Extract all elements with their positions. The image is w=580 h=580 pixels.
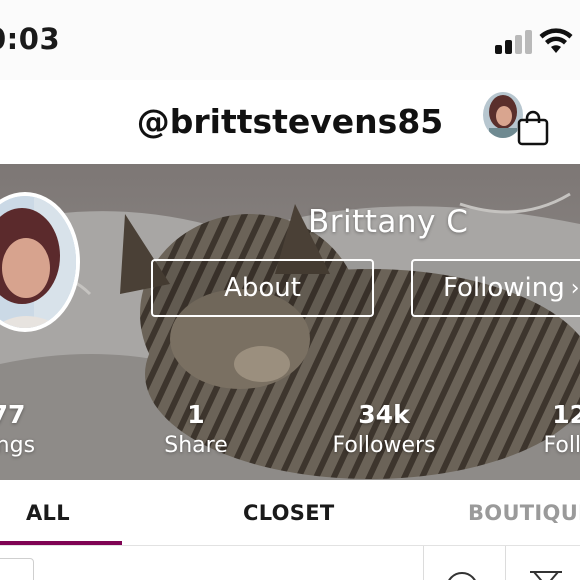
wifi-icon [539,28,573,53]
sort-icon[interactable] [445,568,479,580]
active-tab-indicator [0,541,122,545]
following-button-label: Following [443,273,565,303]
stat-listings[interactable]: 77 tings [0,400,78,458]
stat-shares-label: Share [164,433,228,458]
stat-followers-count: 34k [358,400,410,429]
status-time: 0:03 [0,22,61,56]
about-button-label: About [224,273,301,303]
status-bar: 0:03 [0,0,580,80]
divider [423,546,424,580]
stat-shares-count: 1 [187,400,205,429]
shopping-bag-icon[interactable] [516,110,550,146]
cellular-signal-icon [495,30,535,54]
filter-row [0,546,580,580]
tab-all[interactable]: ALL [26,501,70,525]
divider [505,546,506,580]
profile-header: @brittstevens85 [0,80,580,164]
about-button[interactable]: About [151,259,374,317]
stat-shares[interactable]: 1 Share [146,400,246,458]
profile-cover: Brittany C About Following › 77 tings 1 … [0,164,580,480]
cover-photo-cat [0,164,580,480]
closet-tabs: ALL CLOSET BOUTIQUE [0,480,580,546]
stat-following-label: Follow [543,433,580,458]
chevron-down-icon: › [570,275,580,301]
filter-icon[interactable] [528,570,564,580]
tab-closet[interactable]: CLOSET [243,501,335,525]
stat-listings-label: tings [0,433,36,458]
stat-followers[interactable]: 34k Followers [320,400,448,458]
stat-listings-count: 77 [0,400,26,429]
profile-display-name: Brittany C [308,204,469,240]
tab-boutique[interactable]: BOUTIQUE [468,501,580,525]
following-button[interactable]: Following › [411,259,580,317]
stat-followers-label: Followers [332,433,436,458]
stat-following[interactable]: 12k Follow [508,400,580,458]
closet-search-input[interactable] [0,558,34,580]
stat-following-count: 12k [552,400,580,429]
